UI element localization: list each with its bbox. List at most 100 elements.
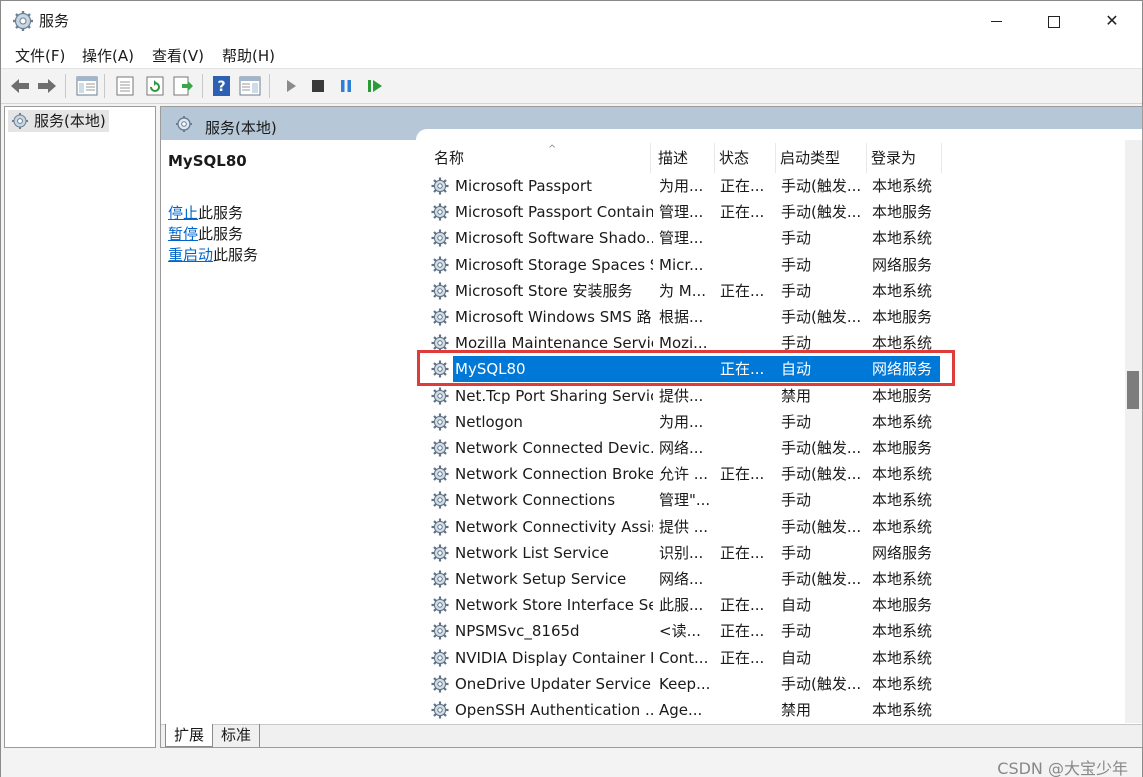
start-service-icon[interactable] bbox=[280, 75, 302, 97]
service-status-cell: 正在... bbox=[720, 622, 765, 641]
service-startup-cell: 手动 bbox=[781, 229, 812, 248]
pane-title: 服务(本地) bbox=[205, 119, 277, 137]
menu-help[interactable]: 帮助(H) bbox=[222, 45, 275, 66]
table-row[interactable]: NPSMSvc_8165d <读... 正在... 手动 本地系统 bbox=[416, 618, 1126, 644]
service-logon-cell: 本地系统 bbox=[872, 465, 933, 484]
service-status-cell: 正在... bbox=[720, 596, 765, 615]
table-row[interactable]: Network Connections 管理"... 手动 本地系统 bbox=[416, 487, 1126, 513]
stop-link[interactable]: 停止 bbox=[168, 204, 198, 222]
menu-action[interactable]: 操作(A) bbox=[82, 45, 134, 66]
menu-file[interactable]: 文件(F) bbox=[15, 45, 65, 66]
tab-standard[interactable]: 标准 bbox=[213, 724, 261, 747]
table-row[interactable]: OpenSSH Authentication ... Age... 禁用 本地系统 bbox=[416, 697, 1126, 723]
service-name-cell: Microsoft Windows SMS 路... bbox=[455, 308, 653, 326]
service-name-cell: Microsoft Store 安装服务 bbox=[455, 281, 633, 300]
service-description-cell: 此服... bbox=[659, 596, 704, 615]
column-status-label: 状态 bbox=[719, 149, 750, 167]
services-window: 服务 ✕ 文件(F) 操作(A) 查看(V) 帮助(H) ? 服务(本地) 服务… bbox=[0, 0, 1143, 777]
service-status-cell: 正在... bbox=[720, 648, 765, 667]
pause-service-icon[interactable] bbox=[335, 75, 357, 97]
service-name-cell: Network Connections bbox=[455, 491, 616, 510]
table-row[interactable]: OneDrive Updater Service Keep... 手动(触发... 本… bbox=[416, 671, 1126, 697]
column-header-logon-as[interactable]: 登录为 bbox=[868, 143, 942, 173]
minimize-button[interactable] bbox=[967, 1, 1025, 41]
services-list: 名称 ^ 描述 状态 启动类型 登录为 Microsoft Passport 为用.… bbox=[416, 140, 1126, 723]
maximize-button[interactable] bbox=[1025, 1, 1083, 41]
service-startup-cell: 手动 bbox=[781, 491, 812, 510]
service-description-cell: 提供... bbox=[659, 386, 704, 405]
properties-icon[interactable] bbox=[114, 75, 136, 97]
table-row[interactable]: Network Connection Broker 允许 ... 正在... 手动(触… bbox=[416, 461, 1126, 487]
service-description-cell: Cont... bbox=[659, 648, 709, 667]
table-row[interactable]: Net.Tcp Port Sharing Service 提供... 禁用 本地服务 bbox=[416, 383, 1126, 409]
menu-view[interactable]: 查看(V) bbox=[152, 45, 204, 66]
action-pane-icon[interactable] bbox=[239, 75, 261, 97]
service-gear-icon bbox=[431, 649, 449, 667]
close-button[interactable]: ✕ bbox=[1083, 1, 1141, 41]
column-startup-label: 启动类型 bbox=[780, 149, 841, 167]
view-tabs: 扩展 标准 bbox=[161, 724, 1142, 747]
service-startup-cell: 手动 bbox=[781, 255, 812, 274]
service-name-cell: Microsoft Storage Spaces S... bbox=[455, 255, 653, 274]
table-row[interactable]: Microsoft Passport 为用... 正在... 手动(触发... 本地系统 bbox=[416, 173, 1126, 199]
service-logon-cell: 网络服务 bbox=[872, 255, 933, 274]
service-logon-cell: 本地系统 bbox=[872, 648, 933, 667]
selected-service-name: MySQL80 bbox=[168, 152, 247, 170]
refresh-icon[interactable] bbox=[144, 75, 166, 97]
service-description-cell: 根据... bbox=[659, 308, 704, 326]
service-logon-cell: 本地系统 bbox=[872, 701, 933, 719]
window-title: 服务 bbox=[39, 12, 70, 30]
action-suffix: 此服务 bbox=[213, 246, 259, 264]
table-row[interactable]: Microsoft Storage Spaces S... Micr... 手动 网络… bbox=[416, 252, 1126, 278]
action-suffix: 此服务 bbox=[198, 204, 244, 222]
tree-item-services-local[interactable]: 服务(本地) bbox=[8, 110, 109, 132]
back-arrow-icon[interactable] bbox=[9, 75, 31, 97]
table-row[interactable]: NVIDIA Display Container LS Cont... 正在... 自… bbox=[416, 645, 1126, 671]
table-row[interactable]: Microsoft Software Shado... 管理... 手动 本地系统 bbox=[416, 225, 1126, 251]
tab-extended[interactable]: 扩展 bbox=[165, 724, 214, 747]
service-gear-icon bbox=[431, 622, 449, 640]
export-list-icon[interactable] bbox=[172, 75, 194, 97]
service-status-cell: 正在... bbox=[720, 281, 765, 300]
restart-link[interactable]: 重启动 bbox=[168, 246, 213, 264]
column-header-startup-type[interactable]: 启动类型 bbox=[777, 143, 867, 173]
table-row[interactable]: Network Store Interface Se... 此服... 正在... 自… bbox=[416, 592, 1126, 618]
table-row[interactable]: Microsoft Windows SMS 路... 根据... 手动(触发... 本… bbox=[416, 304, 1126, 330]
stop-service-icon[interactable] bbox=[307, 75, 329, 97]
svg-text:?: ? bbox=[217, 79, 225, 95]
service-startup-cell: 手动(触发... bbox=[781, 308, 862, 326]
table-row[interactable]: Network Connectivity Assis... 提供 ... 手动(触发… bbox=[416, 514, 1126, 540]
column-header-status[interactable]: 状态 bbox=[716, 143, 776, 173]
table-row[interactable]: Network Setup Service 网络... 手动(触发... 本地系统 bbox=[416, 566, 1126, 592]
service-startup-cell: 手动 bbox=[781, 622, 812, 641]
service-logon-cell: 本地服务 bbox=[872, 386, 933, 405]
service-startup-cell: 禁用 bbox=[781, 701, 812, 719]
table-row[interactable]: Network List Service 识别... 正在... 手动 网络服务 bbox=[416, 540, 1126, 566]
restart-service-icon[interactable] bbox=[364, 75, 386, 97]
title-bar: 服务 ✕ bbox=[1, 1, 1142, 41]
forward-arrow-icon[interactable] bbox=[36, 75, 58, 97]
help-icon[interactable]: ? bbox=[211, 75, 233, 97]
scrollbar-thumb[interactable] bbox=[1127, 371, 1139, 409]
service-startup-cell: 手动(触发... bbox=[781, 517, 862, 536]
sort-ascending-icon: ^ bbox=[548, 144, 557, 155]
maximize-icon bbox=[1048, 15, 1060, 28]
service-logon-cell: 本地服务 bbox=[872, 308, 933, 326]
column-header-name[interactable]: 名称 ^ bbox=[431, 143, 651, 173]
table-row[interactable]: Microsoft Passport Container 管理... 正在... 手动… bbox=[416, 199, 1126, 225]
service-status-cell: 正在... bbox=[720, 203, 765, 222]
table-row[interactable]: Network Connected Devic... 网络... 手动(触发... 本… bbox=[416, 435, 1126, 461]
pause-link[interactable]: 暂停 bbox=[168, 225, 198, 243]
console-tree-icon[interactable] bbox=[76, 75, 98, 97]
service-name-cell: Net.Tcp Port Sharing Service bbox=[455, 386, 653, 405]
table-row[interactable]: Microsoft Store 安装服务 为 M... 正在... 手动 本地系统 bbox=[416, 278, 1126, 304]
column-header-description[interactable]: 描述 bbox=[655, 143, 715, 173]
table-row[interactable]: Netlogon 为用... 手动 本地系统 bbox=[416, 409, 1126, 435]
service-name-cell: Microsoft Passport bbox=[455, 177, 592, 195]
services-magnifier-icon bbox=[176, 116, 192, 132]
service-name-cell: Network Connectivity Assis... bbox=[455, 517, 653, 536]
service-name-cell: NPSMSvc_8165d bbox=[455, 622, 580, 641]
service-status-cell: 正在... bbox=[720, 177, 765, 195]
vertical-scrollbar[interactable] bbox=[1125, 140, 1142, 723]
service-startup-cell: 自动 bbox=[781, 596, 812, 615]
